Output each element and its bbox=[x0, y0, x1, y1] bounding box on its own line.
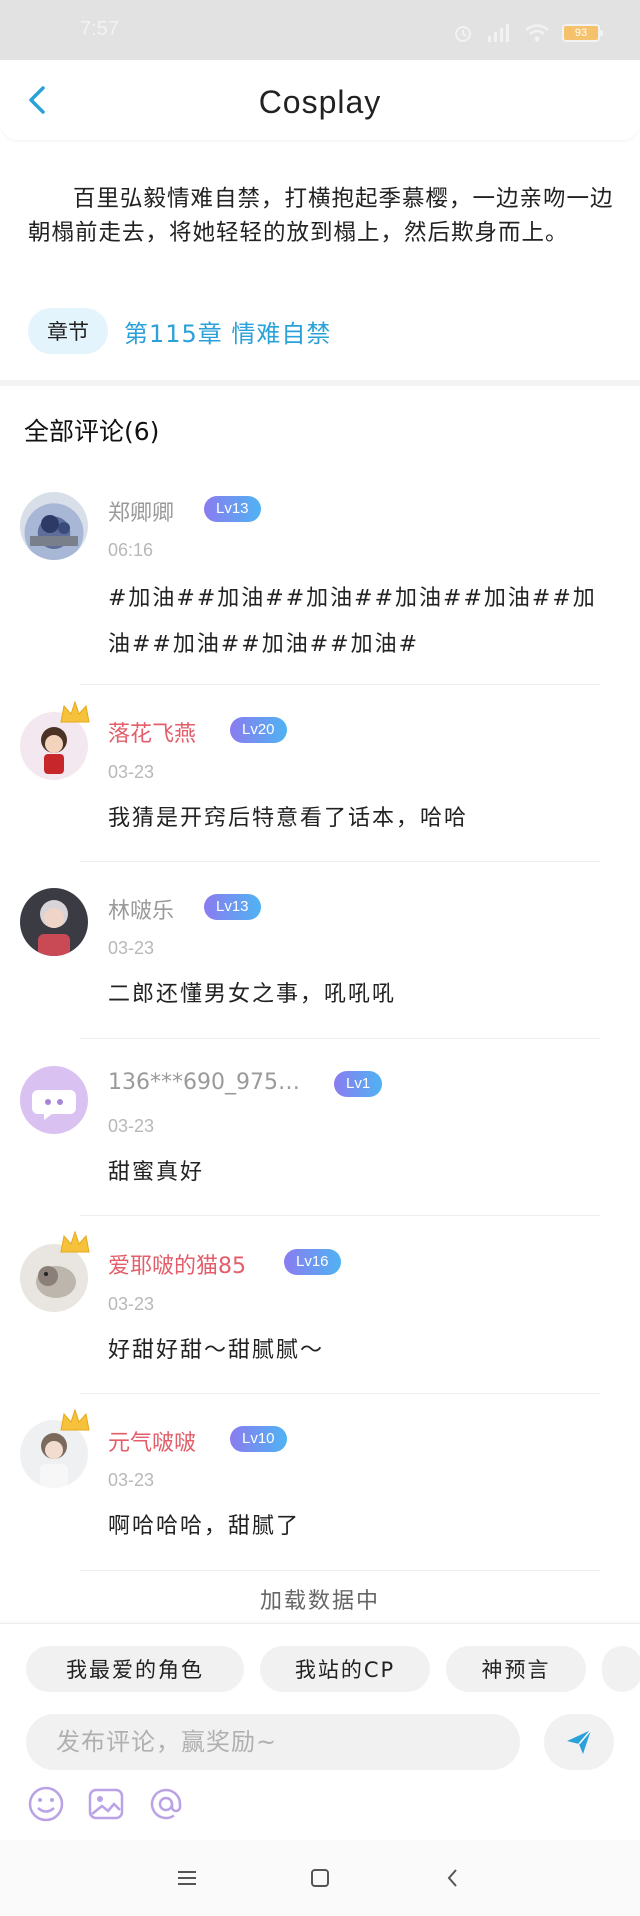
avatar[interactable] bbox=[20, 888, 88, 956]
level-badge: Lv13 bbox=[204, 496, 261, 522]
quick-tag-chip-partial[interactable] bbox=[602, 1646, 640, 1692]
chapter-excerpt: 百里弘毅情难自禁，打横抱起季慕樱，一边亲吻一边朝榻前走去，将她轻轻的放到榻上，然… bbox=[28, 186, 614, 246]
image-icon[interactable] bbox=[86, 1784, 126, 1824]
signal-icon bbox=[488, 24, 509, 42]
menu-icon[interactable] bbox=[173, 1864, 201, 1892]
crown-icon bbox=[60, 700, 90, 723]
comment-author[interactable]: 136***690_975… bbox=[108, 1070, 300, 1095]
avatar[interactable] bbox=[20, 1066, 88, 1134]
comment-divider bbox=[80, 861, 600, 862]
level-badge: Lv10 bbox=[230, 1426, 287, 1452]
comment-time: 03-23 bbox=[108, 938, 155, 958]
comment-time: 06:16 bbox=[108, 540, 154, 560]
status-time: 7:57 bbox=[80, 18, 119, 40]
loading-text: 加载数据中 bbox=[259, 1589, 380, 1614]
chapter-row: 章节 第115章 情难自禁 bbox=[28, 308, 331, 354]
comment-time: 03-23 bbox=[108, 762, 155, 782]
level-badge: Lv16 bbox=[284, 1249, 341, 1275]
at-icon[interactable] bbox=[146, 1784, 186, 1824]
comment-text: 好甜好甜～甜腻腻～ bbox=[108, 1338, 325, 1363]
comments-title: 全部评论(6) bbox=[24, 417, 160, 446]
comment-author[interactable]: 元气啵啵 bbox=[108, 1425, 196, 1457]
nav-bar: Cosplay bbox=[0, 60, 640, 140]
chapter-tag: 章节 bbox=[28, 308, 108, 354]
composer-tools bbox=[26, 1784, 186, 1824]
comment-text: #加油##加油##加油##加油##加油##加油##加油##加油##加油# bbox=[108, 586, 597, 657]
battery-icon: 93 bbox=[562, 24, 603, 42]
status-icons: 93 bbox=[452, 22, 603, 44]
quick-tag-chip[interactable]: 我最爱的角色 bbox=[26, 1646, 244, 1692]
send-button[interactable] bbox=[544, 1714, 614, 1770]
comment-composer: 我最爱的角色 我站的CP 神预言 bbox=[0, 1623, 640, 1835]
alarm-icon bbox=[455, 26, 471, 42]
comment-time: 03-23 bbox=[108, 1294, 155, 1314]
comment-time: 03-23 bbox=[108, 1116, 155, 1136]
page-title: Cosplay bbox=[258, 84, 382, 120]
smiley-icon[interactable] bbox=[26, 1784, 66, 1824]
comment-input[interactable] bbox=[26, 1714, 520, 1770]
comment-text: 甜蜜真好 bbox=[108, 1160, 205, 1185]
avatar[interactable] bbox=[20, 492, 88, 560]
comment-divider bbox=[80, 1393, 600, 1394]
comment-divider bbox=[80, 1038, 600, 1039]
comment-text: 啊哈哈哈，甜腻了 bbox=[108, 1514, 301, 1539]
crown-icon bbox=[60, 1408, 90, 1431]
comment-text: 我猜是开窍后特意看了话本，哈哈 bbox=[108, 806, 469, 831]
comment-divider bbox=[80, 684, 600, 685]
wifi-icon bbox=[525, 24, 549, 42]
comment-text: 二郎还懂男女之事，吼吼吼 bbox=[108, 982, 397, 1007]
comment-divider bbox=[80, 1570, 600, 1571]
comment-time: 03-23 bbox=[108, 1470, 155, 1490]
comment-author[interactable]: 落花飞燕 bbox=[108, 716, 196, 748]
comment-author[interactable]: 林啵乐 bbox=[108, 893, 174, 925]
back-nav-icon[interactable] bbox=[439, 1864, 467, 1892]
paper-plane-icon bbox=[567, 1729, 592, 1754]
level-badge: Lv13 bbox=[204, 894, 261, 920]
quick-tag-chip[interactable]: 我站的CP bbox=[260, 1646, 430, 1692]
level-badge: Lv1 bbox=[334, 1071, 383, 1097]
crown-icon bbox=[60, 1230, 90, 1253]
home-icon[interactable] bbox=[306, 1864, 334, 1892]
comment-author[interactable]: 爱耶啵的猫85 bbox=[108, 1248, 246, 1280]
chapter-link[interactable]: 第115章 情难自禁 bbox=[124, 314, 331, 349]
comment-divider bbox=[80, 1215, 600, 1216]
level-badge: Lv20 bbox=[230, 717, 287, 743]
system-nav-bar bbox=[0, 1840, 640, 1916]
comment-author[interactable]: 郑卿卿 bbox=[108, 495, 174, 527]
quick-tags: 我最爱的角色 我站的CP 神预言 bbox=[26, 1646, 640, 1692]
status-bar: 7:57 93 bbox=[0, 0, 640, 60]
quick-tag-chip[interactable]: 神预言 bbox=[446, 1646, 586, 1692]
section-divider bbox=[0, 380, 640, 386]
